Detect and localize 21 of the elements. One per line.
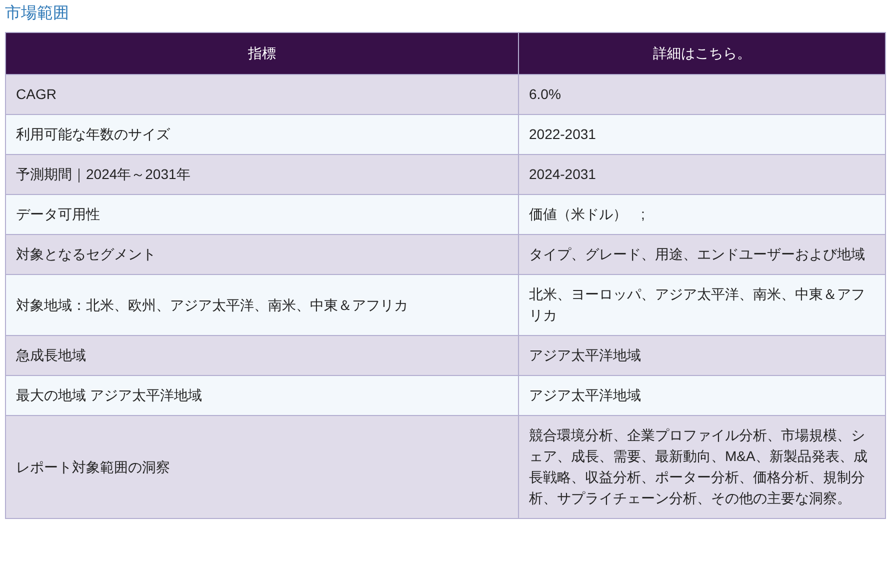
table-cell: タイプ、グレード、用途、エンドユーザーおよび地域	[518, 234, 886, 274]
table-cell: レポート対象範囲の洞察	[6, 416, 518, 518]
table-cell: 競合環境分析、企業プロファイル分析、市場規模、シェア、成長、需要、最新動向、M&A、新製品発表、成長戦略、収益分析、ポーター分析、価格分析、規制分析、サプライチェーン分析、その他の主要な洞察。	[518, 416, 886, 518]
column-header: 詳細はこちら。	[518, 32, 886, 74]
table-cell: 2022-2031	[518, 114, 886, 154]
table-cell: 対象となるセグメント	[6, 234, 518, 274]
table-cell: 価値（米ドル） ;	[518, 194, 886, 234]
table-cell: 利用可能な年数のサイズ	[6, 114, 518, 154]
table-cell: 6.0%	[518, 74, 886, 114]
table-cell: CAGR	[6, 74, 518, 114]
section-title: 市場範囲	[5, 4, 69, 24]
table-cell: 予測期間｜2024年～2031年	[6, 154, 518, 194]
table-cell: アジア太平洋地域	[518, 376, 886, 416]
table-cell: 対象地域：北米、欧州、アジア太平洋、南米、中東＆アフリカ	[6, 274, 518, 336]
table-cell: 北米、ヨーロッパ、アジア太平洋、南米、中東＆アフリカ	[518, 274, 886, 336]
table-cell: データ可用性	[6, 194, 518, 234]
table-cell: アジア太平洋地域	[518, 336, 886, 376]
table-cell: 最大の地域 アジア太平洋地域	[6, 376, 518, 416]
table-cell: 急成長地域	[6, 336, 518, 376]
table-cell: 2024-2031	[518, 154, 886, 194]
column-header: 指標	[6, 32, 518, 74]
